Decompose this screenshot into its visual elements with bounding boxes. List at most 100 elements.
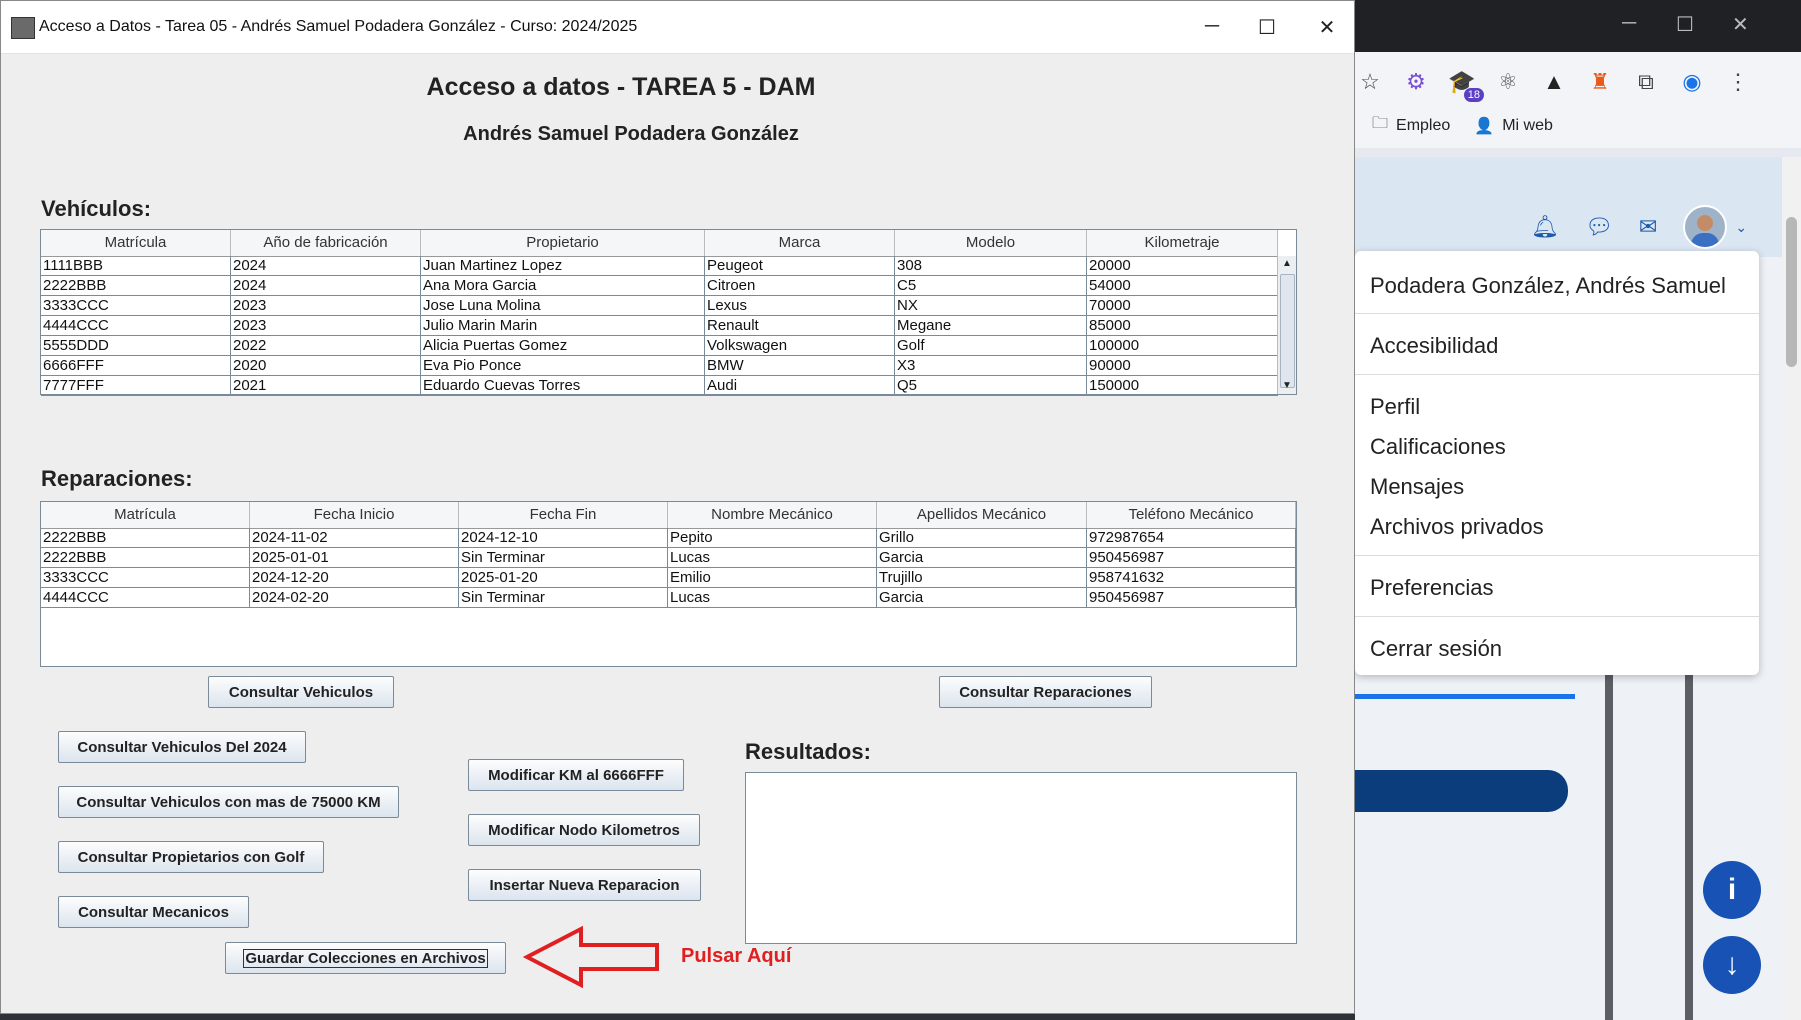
scroll-up-icon[interactable]: ▲	[1278, 256, 1296, 272]
browser-minimize-icon[interactable]: ─	[1622, 12, 1636, 35]
browser-menu-icon[interactable]: ⋮	[1724, 68, 1752, 96]
table-cell[interactable]: 2025-01-01	[250, 548, 459, 567]
scrollbar-thumb[interactable]	[1786, 217, 1797, 367]
table-cell[interactable]: 20000	[1087, 256, 1278, 275]
consultar-mecanicos-button[interactable]: Consultar Mecanicos	[58, 896, 249, 928]
user-menu-archivos-privados[interactable]: Archivos privados	[1370, 514, 1544, 540]
table-cell[interactable]: 4444CCC	[41, 588, 250, 607]
browser-close-icon[interactable]: ✕	[1732, 12, 1749, 37]
table-row[interactable]: 6666FFF 2020 Eva Pio Ponce BMW X3 90000	[41, 356, 1278, 376]
table-cell[interactable]: Citroen	[705, 276, 895, 295]
modificar-nodo-kilometros-button[interactable]: Modificar Nodo Kilometros	[468, 814, 700, 846]
chevron-down-icon[interactable]: ⌄	[1735, 219, 1747, 236]
table-cell[interactable]: 2024	[231, 256, 421, 275]
table-cell[interactable]: Emilio	[668, 568, 877, 587]
react-extension-icon[interactable]: ⚛	[1494, 68, 1522, 96]
user-menu-preferencias[interactable]: Preferencias	[1370, 575, 1494, 601]
info-icon[interactable]: i	[1703, 861, 1761, 919]
user-menu-name[interactable]: Podadera González, Andrés Samuel	[1370, 273, 1726, 299]
graduation-extension-icon[interactable]: 🎓 18	[1448, 68, 1484, 102]
vehiculos-scrollbar[interactable]: ▲ ▼	[1277, 256, 1296, 394]
table-cell[interactable]: 2024-11-02	[250, 528, 459, 547]
table-cell[interactable]: 2024	[231, 276, 421, 295]
table-cell[interactable]: Lucas	[668, 548, 877, 567]
table-cell[interactable]: BMW	[705, 356, 895, 375]
table-cell[interactable]: Lucas	[668, 588, 877, 607]
modificar-km-button[interactable]: Modificar KM al 6666FFF	[468, 759, 684, 791]
puzzle-extensions-icon[interactable]: ⧉	[1632, 68, 1660, 96]
table-cell[interactable]: 2024-12-10	[459, 528, 668, 547]
column-header[interactable]: Apellidos Mecánico	[877, 502, 1087, 528]
table-cell[interactable]: Alicia Puertas Gomez	[421, 336, 705, 355]
settings-extension-icon[interactable]: ⚙	[1402, 68, 1430, 96]
table-cell[interactable]: 3333CCC	[41, 296, 231, 315]
chat-icon[interactable]: 💬︎	[1585, 214, 1613, 240]
column-header[interactable]: Marca	[705, 230, 895, 256]
table-cell[interactable]: 2024-02-20	[250, 588, 459, 607]
table-cell[interactable]: 2021	[231, 376, 421, 395]
bell-icon[interactable]: 🔔︎	[1531, 214, 1559, 240]
table-cell[interactable]: 308	[895, 256, 1087, 275]
table-cell[interactable]: 70000	[1087, 296, 1278, 315]
table-cell[interactable]: Renault	[705, 316, 895, 335]
table-cell[interactable]: Audi	[705, 376, 895, 395]
user-menu-cerrar-sesion[interactable]: Cerrar sesión	[1370, 636, 1502, 662]
bookmark-empleo[interactable]: 🗀 Empleo	[1372, 112, 1450, 139]
vehiculos-table[interactable]: Matrícula Año de fabricación Propietario Ma…	[40, 229, 1297, 396]
table-cell[interactable]: X3	[895, 356, 1087, 375]
table-cell[interactable]: Eva Pio Ponce	[421, 356, 705, 375]
lighthouse-extension-icon[interactable]: ♜	[1586, 68, 1614, 96]
bookmark-star-icon[interactable]: ☆	[1356, 68, 1384, 96]
table-cell[interactable]: 6666FFF	[41, 356, 231, 375]
table-cell[interactable]: Pepito	[668, 528, 877, 547]
insertar-nueva-reparacion-button[interactable]: Insertar Nueva Reparacion	[468, 869, 701, 901]
table-row[interactable]: 1111BBB 2024 Juan Martinez Lopez Peugeot 308…	[41, 256, 1278, 276]
table-cell[interactable]: Garcia	[877, 588, 1087, 607]
user-menu-calificaciones[interactable]: Calificaciones	[1370, 434, 1506, 460]
angular-extension-icon[interactable]: ▲	[1540, 68, 1568, 96]
table-cell[interactable]: Volkswagen	[705, 336, 895, 355]
table-cell[interactable]: Juan Martinez Lopez	[421, 256, 705, 275]
table-cell[interactable]: Golf	[895, 336, 1087, 355]
consultar-vehiculos-75000-button[interactable]: Consultar Vehiculos con mas de 75000 KM	[58, 786, 399, 818]
table-row[interactable]: 3333CCC 2024-12-20 2025-01-20 Emilio Trujill…	[41, 568, 1296, 588]
bookmark-mi-web[interactable]: 👤 Mi web	[1474, 112, 1553, 139]
table-cell[interactable]: 972987654	[1087, 528, 1296, 547]
table-row[interactable]: 2222BBB 2024 Ana Mora Garcia Citroen C5 54000	[41, 276, 1278, 296]
column-header[interactable]: Año de fabricación	[231, 230, 421, 256]
table-cell[interactable]: Jose Luna Molina	[421, 296, 705, 315]
table-cell[interactable]: 2022	[231, 336, 421, 355]
mail-icon[interactable]: ✉	[1639, 214, 1657, 240]
table-cell[interactable]: 2222BBB	[41, 548, 250, 567]
table-cell[interactable]: C5	[895, 276, 1087, 295]
column-header[interactable]: Matrícula	[41, 230, 231, 256]
consultar-vehiculos-button[interactable]: Consultar Vehiculos	[208, 676, 394, 708]
table-cell[interactable]: 2222BBB	[41, 528, 250, 547]
table-cell[interactable]: 2023	[231, 316, 421, 335]
table-cell[interactable]: Sin Terminar	[459, 588, 668, 607]
column-header[interactable]: Modelo	[895, 230, 1087, 256]
table-cell[interactable]: NX	[895, 296, 1087, 315]
table-row[interactable]: 3333CCC 2023 Jose Luna Molina Lexus NX 70000	[41, 296, 1278, 316]
table-cell[interactable]: 2023	[231, 296, 421, 315]
user-menu-mensajes[interactable]: Mensajes	[1370, 474, 1464, 500]
table-row[interactable]: 4444CCC 2023 Julio Marin Marin Renault Megan…	[41, 316, 1278, 336]
table-cell[interactable]: 4444CCC	[41, 316, 231, 335]
table-cell[interactable]: Lexus	[705, 296, 895, 315]
browser-maximize-icon[interactable]: ☐	[1676, 12, 1694, 37]
table-row[interactable]: 2222BBB 2025-01-01 Sin Terminar Lucas Garcia…	[41, 548, 1296, 568]
table-row[interactable]: 7777FFF 2021 Eduardo Cuevas Torres Audi Q5 15…	[41, 376, 1278, 396]
table-cell[interactable]: Peugeot	[705, 256, 895, 275]
consultar-vehiculos-2024-button[interactable]: Consultar Vehiculos Del 2024	[58, 731, 306, 763]
table-cell[interactable]: 2024-12-20	[250, 568, 459, 587]
column-header[interactable]: Fecha Fin	[459, 502, 668, 528]
table-cell[interactable]: 950456987	[1087, 548, 1296, 567]
page-scrollbar[interactable]	[1782, 157, 1801, 1020]
table-cell[interactable]: 90000	[1087, 356, 1278, 375]
devtools-extension-icon[interactable]: ◉	[1678, 68, 1706, 96]
title-bar[interactable]: Acceso a Datos - Tarea 05 - Andrés Samue…	[1, 1, 1354, 54]
table-cell[interactable]: Sin Terminar	[459, 548, 668, 567]
scroll-down-icon[interactable]: ▼	[1278, 378, 1296, 394]
column-header[interactable]: Matrícula	[41, 502, 250, 528]
table-cell[interactable]: Grillo	[877, 528, 1087, 547]
